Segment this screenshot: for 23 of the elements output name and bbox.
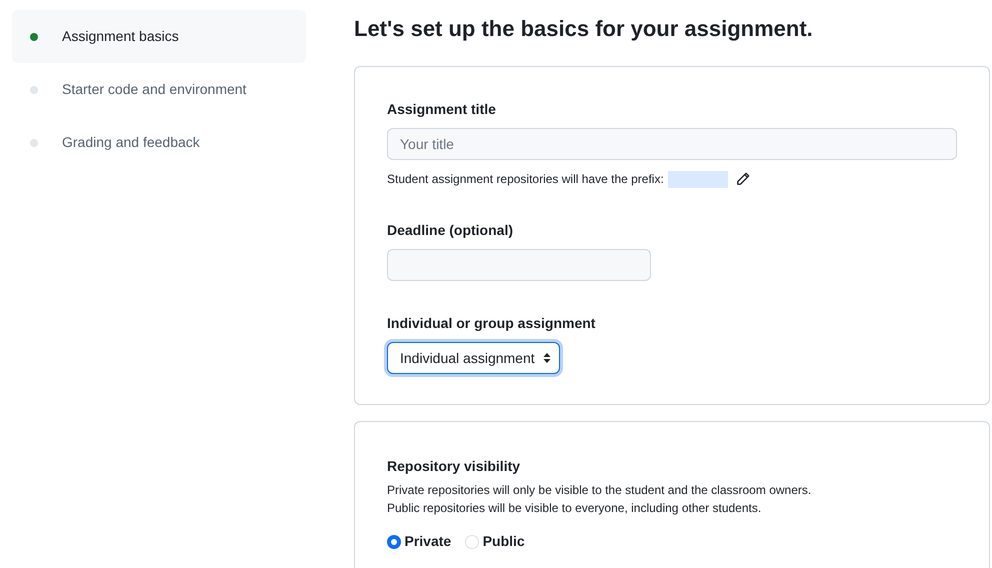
radio-button[interactable] <box>387 534 401 549</box>
prefix-hint: Student assignment repositories will have the prefix: <box>387 171 664 188</box>
page-heading: Let's set up the basics for your assignment. <box>354 16 814 42</box>
description-text: Private repositories will only be visible to the student and the classroom owners. <box>387 482 812 500</box>
pencil-icon[interactable] <box>736 172 750 186</box>
step-dot-icon <box>30 138 38 146</box>
assignment-type-select[interactable]: Individual assignment <box>387 342 560 374</box>
deadline-field[interactable] <box>387 249 651 282</box>
field-label: Individual or group assignment <box>387 314 596 334</box>
sidebar-item[interactable]: Grading and feedback <box>12 116 306 169</box>
sidebar-item[interactable]: Assignment basics <box>12 10 306 63</box>
radio-label[interactable]: Private <box>404 531 452 552</box>
field-label: Repository visibility <box>387 457 520 476</box>
description-text: Public repositories will be visible to everyone, including other students. <box>387 500 762 518</box>
field-label: Assignment title <box>387 100 496 120</box>
sidebar-item[interactable]: Starter code and environment <box>12 63 306 116</box>
step-dot-icon <box>30 32 38 40</box>
prefix-field <box>668 170 728 188</box>
step-dot-icon <box>30 86 38 94</box>
sort-icon <box>542 352 551 364</box>
field-label: Deadline (optional) <box>387 221 513 240</box>
title-field[interactable]: Your title <box>387 128 957 160</box>
radio-label[interactable]: Public <box>482 531 525 552</box>
